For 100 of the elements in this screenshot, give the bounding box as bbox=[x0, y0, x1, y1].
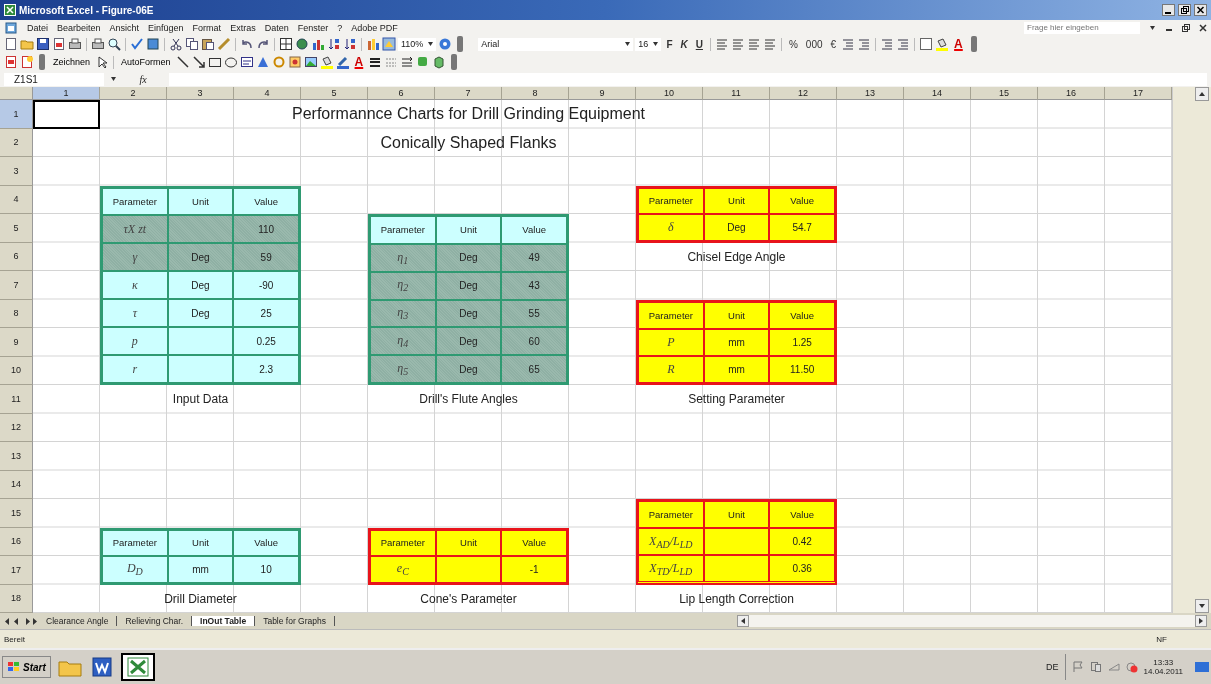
column-header[interactable]: 4 bbox=[234, 87, 301, 100]
row-header[interactable]: 1 bbox=[0, 100, 33, 129]
magnifier-icon[interactable] bbox=[107, 37, 121, 51]
drawing-menu[interactable]: Zeichnen bbox=[50, 57, 94, 67]
column-header[interactable]: 16 bbox=[1038, 87, 1105, 100]
menu-item[interactable]: Bearbeiten bbox=[57, 22, 101, 33]
row-header[interactable]: 10 bbox=[0, 356, 33, 385]
menu-item[interactable]: ? bbox=[337, 22, 343, 33]
caret-icon[interactable] bbox=[1149, 24, 1156, 31]
sheet-tab[interactable]: Clearance Angle bbox=[38, 616, 118, 626]
spreadsheet-icon[interactable] bbox=[120, 653, 155, 681]
paste-icon[interactable] bbox=[201, 37, 215, 51]
merge-icon[interactable] bbox=[762, 37, 777, 51]
line-icon[interactable] bbox=[175, 55, 190, 69]
format-button[interactable]: U bbox=[692, 36, 706, 52]
sheet-tab[interactable]: Table for Graphs bbox=[255, 616, 335, 626]
textbox-icon[interactable] bbox=[239, 55, 254, 69]
document-icon[interactable] bbox=[4, 21, 18, 34]
scroll-down-icon[interactable] bbox=[1195, 599, 1209, 613]
pen-icon[interactable] bbox=[335, 55, 350, 69]
border-icon[interactable] bbox=[919, 37, 934, 51]
undo-icon[interactable] bbox=[240, 37, 254, 51]
minimize-icon[interactable] bbox=[1162, 4, 1175, 16]
grid-icon[interactable] bbox=[279, 37, 293, 51]
column-header[interactable]: 5 bbox=[301, 87, 368, 100]
row-header[interactable]: 7 bbox=[0, 271, 33, 300]
column-header[interactable]: 11 bbox=[703, 87, 770, 100]
indent-icon[interactable] bbox=[896, 37, 911, 51]
format-button[interactable]: F bbox=[663, 36, 676, 52]
network-icon[interactable] bbox=[1089, 661, 1102, 673]
decimal-icon[interactable] bbox=[841, 37, 856, 51]
pdf-icon[interactable] bbox=[52, 37, 66, 51]
column-header[interactable]: 3 bbox=[167, 87, 234, 100]
pointer-icon[interactable] bbox=[95, 55, 110, 69]
format-button[interactable]: K bbox=[677, 36, 691, 52]
row-header[interactable]: 16 bbox=[0, 527, 33, 556]
menu-item[interactable]: Fenster bbox=[297, 22, 329, 33]
row-header[interactable]: 15 bbox=[0, 499, 33, 528]
toolbar-handle[interactable] bbox=[970, 36, 977, 52]
language-indicator[interactable]: DE bbox=[1046, 662, 1059, 672]
column-header[interactable]: 12 bbox=[770, 87, 837, 100]
menu-item[interactable]: Format bbox=[192, 22, 222, 33]
arrow-style-icon[interactable] bbox=[400, 55, 415, 69]
name-box[interactable]: Z1S1 bbox=[4, 72, 104, 86]
chart-icon[interactable] bbox=[366, 37, 380, 51]
close-icon[interactable] bbox=[1199, 23, 1207, 32]
row-header[interactable]: 4 bbox=[0, 185, 33, 214]
help-icon[interactable] bbox=[438, 37, 453, 51]
zoom-dropdown[interactable]: 110% bbox=[398, 37, 437, 51]
bucket-icon[interactable] bbox=[319, 55, 334, 69]
row-header[interactable]: 6 bbox=[0, 242, 33, 271]
toolbar-handle[interactable] bbox=[457, 36, 464, 52]
menu-item[interactable]: Extras bbox=[230, 22, 256, 33]
column-header[interactable]: 13 bbox=[837, 87, 904, 100]
align-icon[interactable] bbox=[730, 37, 745, 51]
row-header[interactable]: 9 bbox=[0, 328, 33, 357]
autoshapes-menu[interactable]: AutoFormen bbox=[118, 57, 174, 67]
row-header[interactable]: 11 bbox=[0, 385, 33, 414]
ellipse-icon[interactable] bbox=[223, 55, 238, 69]
start-button[interactable]: Start bbox=[2, 656, 51, 678]
printer-icon[interactable] bbox=[91, 37, 105, 51]
image-icon[interactable] bbox=[303, 55, 318, 69]
toolbar-handle[interactable] bbox=[451, 54, 458, 70]
font-color-button[interactable]: A bbox=[951, 36, 966, 52]
font-color-button[interactable]: A bbox=[351, 54, 367, 70]
paint-bucket-icon[interactable] bbox=[935, 37, 950, 51]
number-format-button[interactable]: € bbox=[827, 36, 840, 52]
sort-icon[interactable] bbox=[327, 37, 341, 51]
pdf-icon[interactable] bbox=[4, 55, 18, 69]
font-dropdown[interactable]: Arial bbox=[478, 37, 634, 51]
row-header[interactable]: 17 bbox=[0, 556, 33, 585]
active-cell[interactable] bbox=[33, 100, 100, 129]
vertical-scrollbar[interactable] bbox=[1172, 87, 1211, 613]
close-icon[interactable] bbox=[1194, 4, 1207, 16]
column-header[interactable]: 14 bbox=[904, 87, 971, 100]
globe-icon[interactable] bbox=[295, 37, 309, 51]
row-header[interactable]: 18 bbox=[0, 584, 33, 613]
row-header[interactable]: 2 bbox=[0, 128, 33, 157]
column-header[interactable]: 2 bbox=[100, 87, 167, 100]
copy-icon[interactable] bbox=[185, 37, 199, 51]
menu-item[interactable]: Daten bbox=[264, 22, 289, 33]
scroll-right-icon[interactable] bbox=[1195, 615, 1207, 627]
scroll-left-icon[interactable] bbox=[737, 615, 749, 627]
indent-icon[interactable] bbox=[880, 37, 895, 51]
caret-icon[interactable] bbox=[110, 76, 117, 82]
row-header[interactable]: 5 bbox=[0, 214, 33, 243]
horizontal-scrollbar[interactable] bbox=[737, 615, 1207, 627]
column-header[interactable]: 15 bbox=[971, 87, 1038, 100]
cube-icon[interactable] bbox=[432, 55, 447, 69]
restore-icon[interactable] bbox=[1178, 4, 1191, 16]
tab-navigation-icon[interactable] bbox=[4, 616, 38, 626]
column-header[interactable]: 6 bbox=[368, 87, 435, 100]
align-icon[interactable] bbox=[714, 37, 729, 51]
row-header[interactable]: 14 bbox=[0, 470, 33, 499]
column-header[interactable]: 1 bbox=[33, 87, 100, 100]
rect-icon[interactable] bbox=[207, 55, 222, 69]
scissors-icon[interactable] bbox=[169, 37, 183, 51]
row-header[interactable]: 3 bbox=[0, 157, 33, 186]
sheet-tab[interactable]: InOut Table bbox=[192, 616, 256, 626]
scroll-up-icon[interactable] bbox=[1195, 87, 1209, 101]
